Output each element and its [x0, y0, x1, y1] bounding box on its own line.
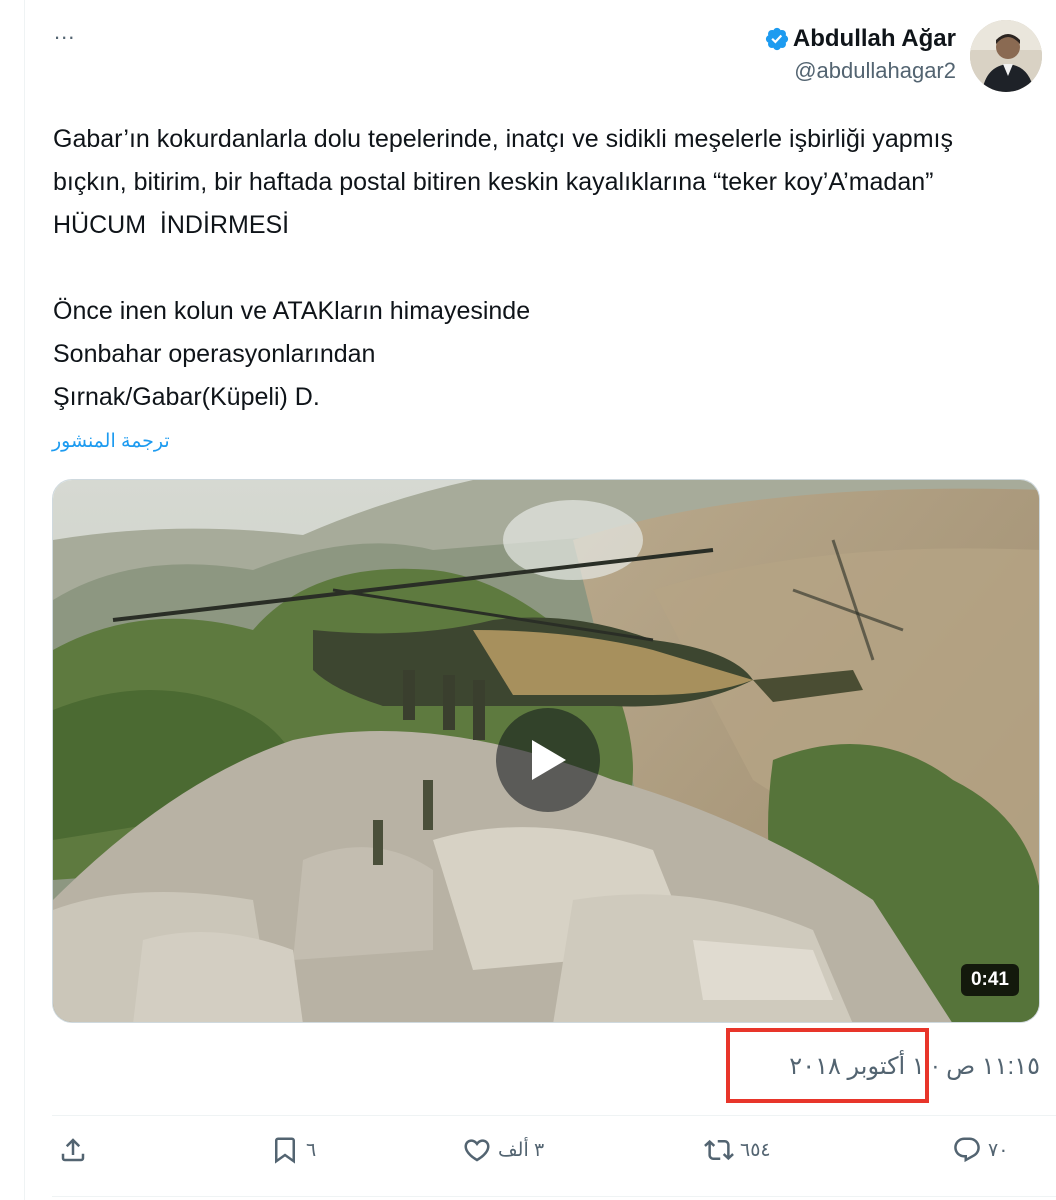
repost-button[interactable]: ٦٥٤ — [704, 1135, 771, 1165]
like-icon — [464, 1139, 490, 1162]
date-highlight-box — [726, 1028, 929, 1103]
video-player[interactable]: 0:41 — [52, 479, 1040, 1023]
translate-post-link[interactable]: ترجمة المنشور — [52, 430, 170, 453]
share-icon — [61, 1138, 85, 1162]
like-button[interactable]: ٣ ألف — [462, 1135, 544, 1165]
reply-count: ٧٠ — [988, 1139, 1009, 1161]
verified-icon — [765, 27, 788, 51]
divider — [52, 1196, 1056, 1197]
tweet-text: Gabar’ın kokurdanlarla dolu tepelerinde,… — [53, 125, 953, 411]
bookmark-count: ٦ — [306, 1139, 317, 1161]
repost-count: ٦٥٤ — [740, 1139, 771, 1161]
tweet-detail: ... Abdullah Ağar @abdullahagar2 Gabar’ı… — [0, 0, 1056, 1200]
author-name[interactable]: Abdullah Ağar — [793, 24, 956, 54]
share-button[interactable] — [58, 1135, 88, 1165]
like-count: ٣ ألف — [498, 1139, 545, 1161]
play-button[interactable] — [496, 708, 600, 812]
avatar[interactable] — [970, 20, 1042, 92]
bookmark-icon — [275, 1137, 295, 1164]
repost-icon — [704, 1139, 734, 1161]
bookmark-button[interactable]: ٦ — [270, 1135, 316, 1165]
author-handle[interactable]: @abdullahagar2 — [764, 57, 956, 85]
divider — [52, 1115, 1056, 1116]
column-divider — [24, 0, 25, 1200]
more-options-button[interactable]: ... — [54, 21, 75, 43]
play-icon — [532, 740, 566, 780]
video-duration-badge: 0:41 — [960, 964, 1019, 996]
reply-button[interactable]: ٧٠ — [952, 1135, 1008, 1165]
reply-icon — [954, 1137, 980, 1163]
tweet-actions-bar: ٦ ٣ ألف ٦٥٤ ٧٠ — [52, 1135, 1032, 1183]
author-block[interactable]: Abdullah Ağar @abdullahagar2 — [764, 24, 956, 85]
